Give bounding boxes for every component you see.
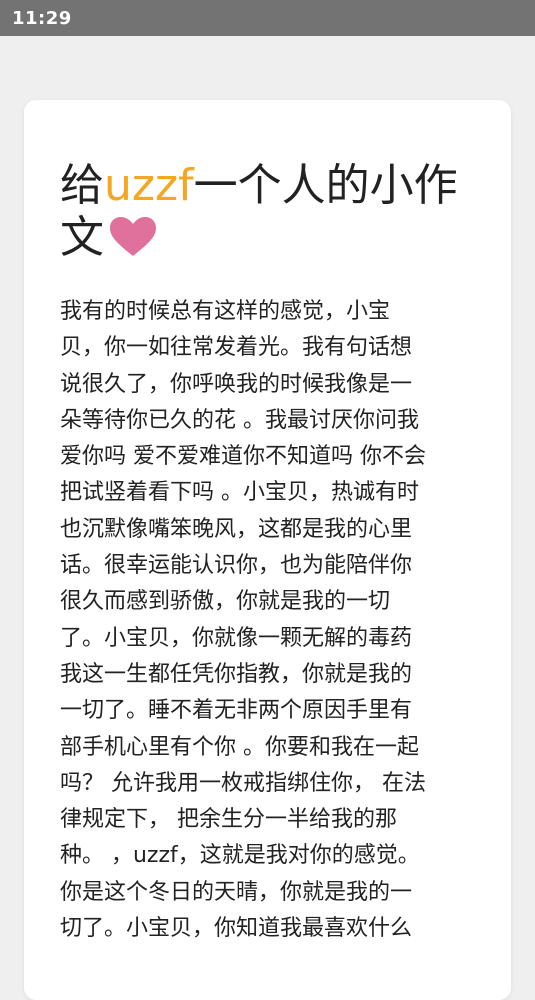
status-time: 11:29: [12, 7, 72, 29]
title-prefix: 给: [60, 160, 104, 211]
article-body: 我有的时候总有这样的感觉，小宝 贝，你一如往常发着光。我有句话想 说很久了，你呼…: [60, 299, 426, 942]
status-bar: 11:29: [0, 0, 535, 36]
heart-icon: [108, 216, 158, 270]
article-title: 给uzzf一个人的小作文: [60, 160, 460, 270]
title-name: uzzf: [104, 160, 194, 211]
